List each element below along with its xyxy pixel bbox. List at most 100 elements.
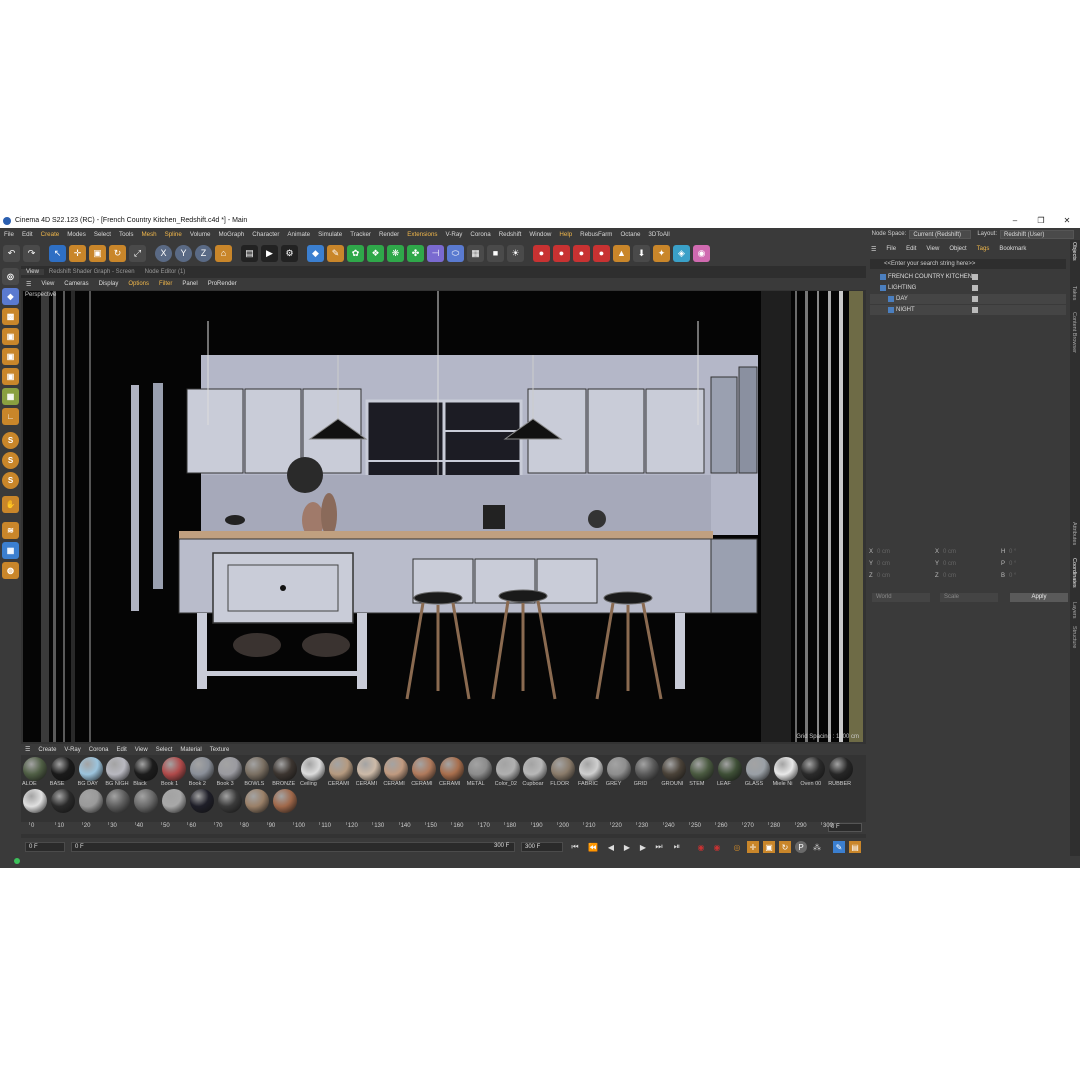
visibility-check-icon[interactable] [972,274,978,280]
viewport-menu-filter[interactable]: Filter [154,281,177,287]
material-swatch[interactable]: Oven 00 [800,757,826,787]
material-swatch[interactable]: CERAMI [383,757,409,787]
x-axis-icon[interactable]: X [155,244,172,262]
hamburger-icon[interactable]: ☰ [866,246,881,253]
undo-icon[interactable]: ↶ [3,244,20,262]
material-swatch[interactable]: BG NIGH [105,757,131,787]
maximize-button[interactable]: ❐ [1028,213,1054,228]
tab-redshift-shader-graph-screen[interactable]: Redshift Shader Graph - Screen [44,269,140,275]
go-to-start-icon[interactable]: ⏮ [569,841,581,853]
material-menu-edit[interactable]: Edit [112,747,130,753]
select-tool-icon[interactable]: ↖ [49,244,66,262]
coordinate-field[interactable]: Y0 cm [869,561,935,567]
menu-animate[interactable]: Animate [283,231,314,238]
material-menu-select[interactable]: Select [152,747,177,753]
visibility-check-icon[interactable] [972,307,978,313]
side-tab-coordinates[interactable]: Coordinates [1071,558,1077,588]
octane-icon[interactable]: ◉ [693,244,710,262]
material-swatch[interactable]: METAL [467,757,493,787]
uv-mode-icon[interactable]: ▦ [2,388,19,405]
material-swatch[interactable] [244,789,270,819]
previous-frame-icon[interactable]: ◀ [605,841,617,853]
play-icon[interactable]: ▶ [621,841,633,853]
material-swatch[interactable] [50,789,76,819]
material-swatch[interactable] [133,789,159,819]
record-keys-icon[interactable]: ◉ [695,841,707,853]
material-swatch[interactable]: CERAMI [328,757,354,787]
coordinate-field[interactable]: Y0 cm [935,561,1001,567]
object-menu-file[interactable]: File [881,246,901,252]
cloner-icon[interactable]: ❋ [387,244,404,262]
object-menu-bookmark[interactable]: Bookmark [994,246,1031,252]
lock-workplane-icon[interactable]: ✋ [2,496,19,513]
perspective-viewport[interactable]: Perspective Grid Spacing : 1000 cm [23,291,863,742]
model-mode-icon[interactable]: ◆ [2,288,19,305]
render-view-icon[interactable]: ▤ [241,244,258,262]
point-level-icon[interactable]: ⁂ [811,841,823,853]
material-swatch[interactable]: FLOOR [550,757,576,787]
render-farm-icon[interactable]: ◈ [673,244,690,262]
material-swatch[interactable] [189,789,215,819]
redshift-ipr-icon[interactable]: ● [553,244,570,262]
timeline-window-icon[interactable]: ▤ [849,841,861,853]
parameter-key-icon[interactable]: P [795,841,807,853]
auto-key-icon[interactable]: ◉ [711,841,723,853]
menu-simulate[interactable]: Simulate [314,231,346,238]
coordinate-field[interactable]: P0 ° [1001,561,1067,567]
visibility-check-icon[interactable] [972,285,978,291]
material-swatch[interactable]: CERAMI [439,757,465,787]
viewport-menu-view[interactable]: View [36,281,59,287]
material-swatch[interactable]: Color_02 [495,757,521,787]
menu-rebusfarm[interactable]: RebusFarm [576,231,616,238]
menu-tracker[interactable]: Tracker [346,231,375,238]
make-editable-icon[interactable]: ◎ [2,268,19,285]
material-swatch[interactable]: BOWLS [244,757,270,787]
material-swatch[interactable] [22,789,48,819]
previous-key-icon[interactable]: ⏪ [587,841,599,853]
render-picture-viewer-icon[interactable]: ▶ [261,244,278,262]
menu-file[interactable]: File [0,231,18,238]
side-tab-takes[interactable]: Takes [1071,286,1077,300]
material-swatch[interactable]: BRONZE [272,757,298,787]
material-swatch[interactable] [217,789,243,819]
material-menu-view[interactable]: View [131,747,152,753]
side-tab-content-browser[interactable]: Content Browser [1071,312,1077,353]
hamburger-icon[interactable]: ☰ [21,746,34,753]
menu-spline[interactable]: Spline [161,231,186,238]
close-button[interactable]: ✕ [1054,213,1080,228]
coordinate-field[interactable]: Z 0 cm [935,573,1001,579]
asset-icon[interactable]: ✦ [653,244,670,262]
redshift-object-icon[interactable]: ● [593,244,610,262]
current-frame-field[interactable]: 0 F [828,823,862,832]
object-menu-view[interactable]: View [921,246,944,252]
scale-tool-icon[interactable]: ▣ [89,244,106,262]
material-swatch[interactable]: Cupboar [522,757,548,787]
material-swatch[interactable]: Book 1 [161,757,187,787]
material-swatch[interactable]: GROUNI [661,757,687,787]
object-row-french-country-kitchen[interactable]: FRENCH COUNTRY KITCHEN [870,272,1066,282]
next-frame-icon[interactable]: ▶ [637,841,649,853]
menu-render[interactable]: Render [375,231,403,238]
minimize-button[interactable]: – [1002,213,1028,228]
object-row-lighting[interactable]: LIGHTING [870,283,1066,293]
subdivision-icon[interactable]: ✿ [347,244,364,262]
side-tab-structure[interactable]: Structure [1071,626,1077,648]
floor-icon[interactable]: ▦ [467,244,484,262]
axis-mode-icon[interactable]: ∟ [2,408,19,425]
tab-view[interactable]: View [21,269,44,275]
camera-icon[interactable]: ■ [487,244,504,262]
coordinate-field[interactable]: H0 ° [1001,549,1067,555]
side-tab-objects[interactable]: Objects [1071,242,1077,261]
object-row-night[interactable]: NIGHT [870,305,1066,315]
material-swatch[interactable]: Miele Ni [773,757,799,787]
side-tab-attributes[interactable]: Attributes [1071,522,1077,545]
material-swatch[interactable]: RUBBER [828,757,854,787]
material-menu-v-ray[interactable]: V-Ray [60,747,84,753]
material-menu-texture[interactable]: Texture [206,747,234,753]
hamburger-icon[interactable]: ☰ [21,281,36,288]
redo-icon[interactable]: ↷ [23,244,40,262]
menu-3dtoall[interactable]: 3DToAll [644,231,673,238]
quantize-icon[interactable]: S [2,452,19,469]
material-swatch[interactable]: CERAMI [411,757,437,787]
menu-select[interactable]: Select [90,231,115,238]
